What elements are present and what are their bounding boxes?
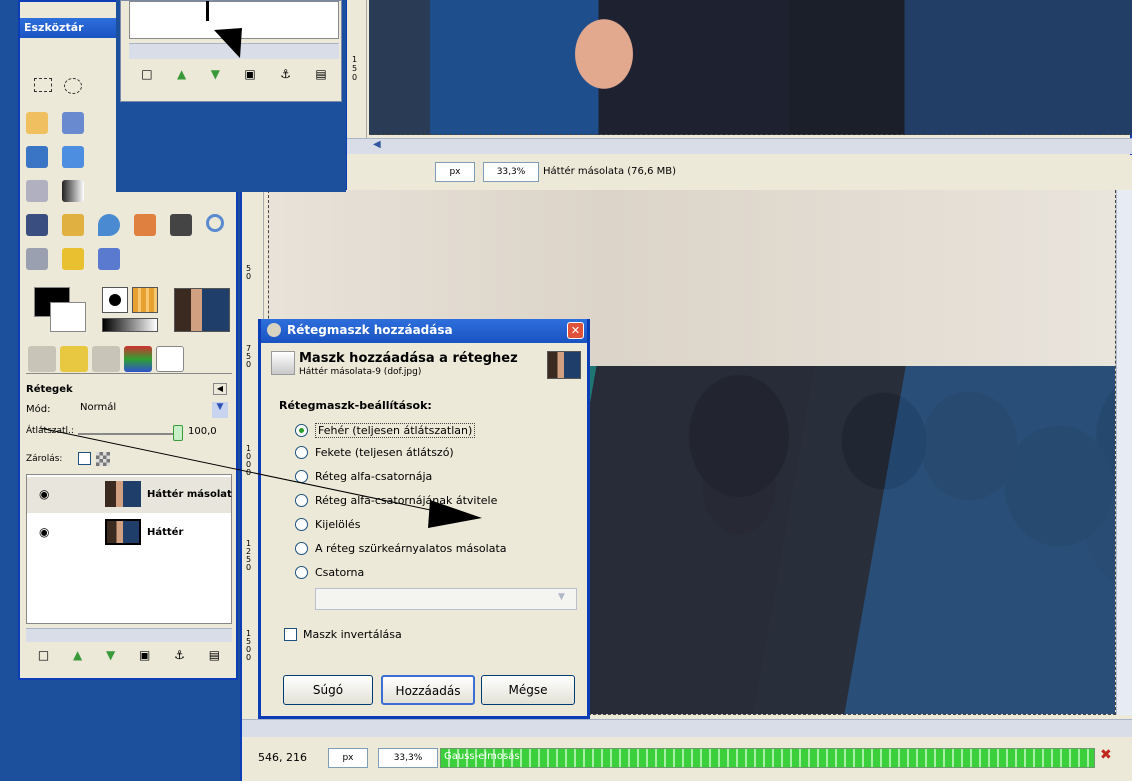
arrow-head-main: [428, 500, 482, 528]
arrow-to-canvas: [39, 427, 441, 513]
annotation-arrows: [39, 28, 482, 528]
arrow-head-top: [214, 28, 242, 58]
